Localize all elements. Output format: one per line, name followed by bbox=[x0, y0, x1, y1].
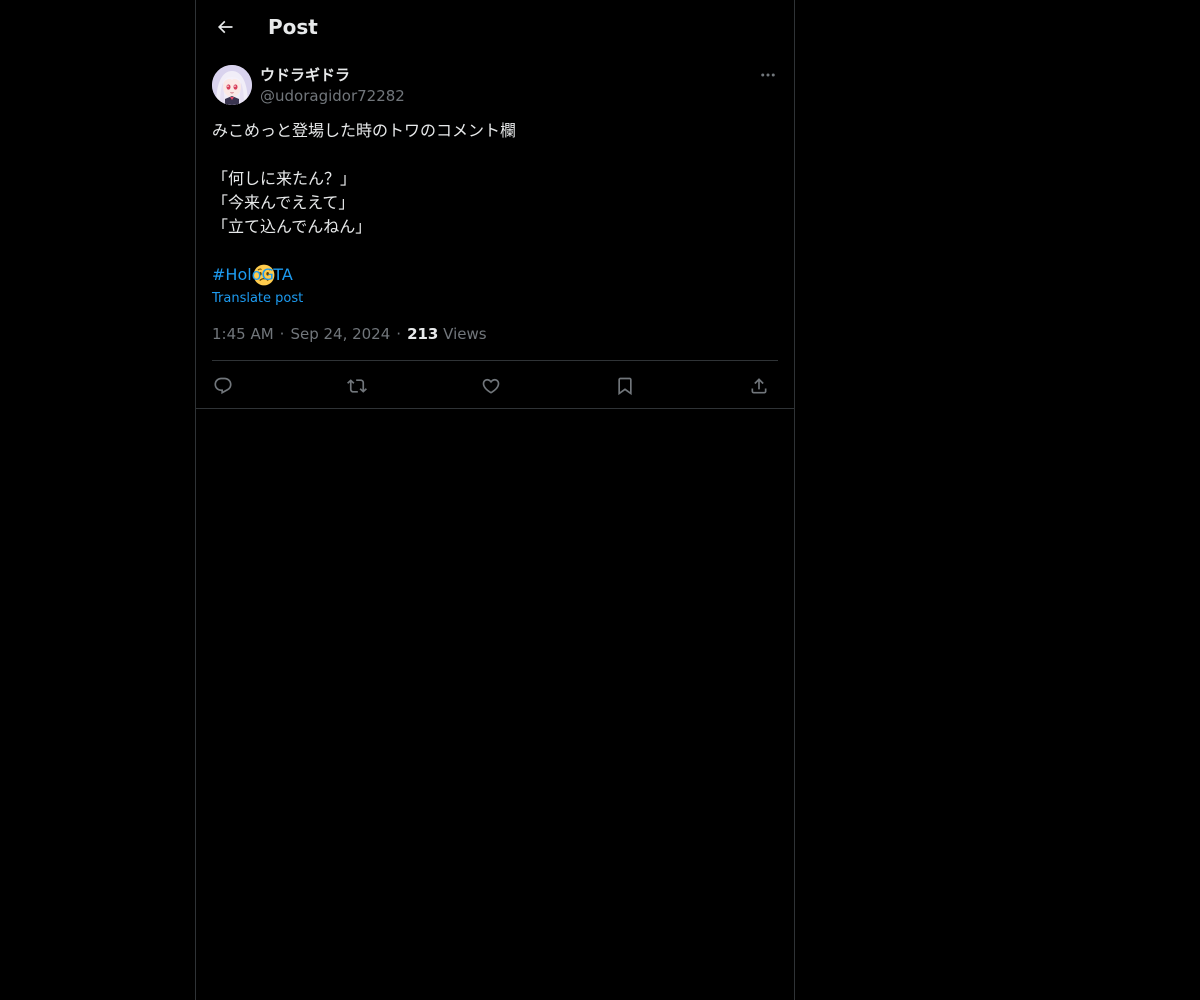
share-button[interactable] bbox=[744, 371, 774, 401]
bookmark-button[interactable] bbox=[610, 371, 640, 401]
arrow-left-icon bbox=[217, 20, 233, 34]
like-icon bbox=[482, 378, 500, 394]
separator: · bbox=[279, 325, 285, 343]
post-text-line: みこめっと登場した時のトワのコメント欄 bbox=[212, 121, 517, 140]
post-time[interactable]: 1:45 AM bbox=[212, 325, 274, 343]
post-date[interactable]: Sep 24, 2024 bbox=[290, 325, 390, 343]
post-text-line: 「立て込んでんねん」 bbox=[212, 217, 372, 236]
repost-button[interactable] bbox=[342, 371, 372, 401]
like-button[interactable] bbox=[476, 371, 506, 401]
more-options-button[interactable] bbox=[756, 63, 780, 87]
translate-post-link[interactable]: Translate post bbox=[212, 289, 303, 309]
reply-button[interactable] bbox=[208, 371, 238, 401]
hashtag-link[interactable]: #HoloGTA bbox=[212, 265, 293, 284]
author-handle[interactable]: @udoragidor72282 bbox=[260, 86, 405, 106]
divider bbox=[212, 360, 778, 361]
post-text-line: 「今来んでええて」 bbox=[212, 193, 355, 212]
separator: · bbox=[396, 325, 402, 343]
post-text-line bbox=[212, 143, 778, 167]
post-text-line: 「何しに来たん？」 bbox=[212, 169, 357, 188]
emoji-line bbox=[212, 239, 778, 286]
avatar-image bbox=[212, 65, 252, 105]
primary-column: Post ウドラギドラ @udoragidor72282 みこめっと登場した時の… bbox=[195, 0, 795, 1000]
post-metadata: 1:45 AM · Sep 24, 2024 · 213 Views bbox=[212, 323, 487, 345]
page-title: Post bbox=[268, 15, 318, 39]
post-text: みこめっと登場した時のトワのコメント欄 「何しに来たん？」 「今来んでええて」 … bbox=[212, 119, 778, 287]
share-icon bbox=[751, 378, 767, 394]
repost-icon bbox=[347, 379, 367, 393]
author-display-name[interactable]: ウドラギドラ bbox=[260, 65, 350, 85]
post-detail: ウドラギドラ @udoragidor72282 みこめっと登場した時のトワのコメ… bbox=[196, 53, 794, 409]
avatar[interactable] bbox=[212, 65, 252, 105]
action-bar bbox=[212, 367, 778, 401]
back-button[interactable] bbox=[208, 10, 242, 44]
page-header: Post bbox=[196, 0, 794, 53]
views-count: 213 bbox=[407, 325, 439, 343]
hashtag-line: #HoloGTA bbox=[212, 263, 778, 287]
more-horizontal-icon bbox=[761, 73, 775, 77]
bookmark-icon bbox=[618, 377, 632, 396]
reply-icon bbox=[214, 377, 232, 395]
views-label: Views bbox=[443, 325, 487, 343]
